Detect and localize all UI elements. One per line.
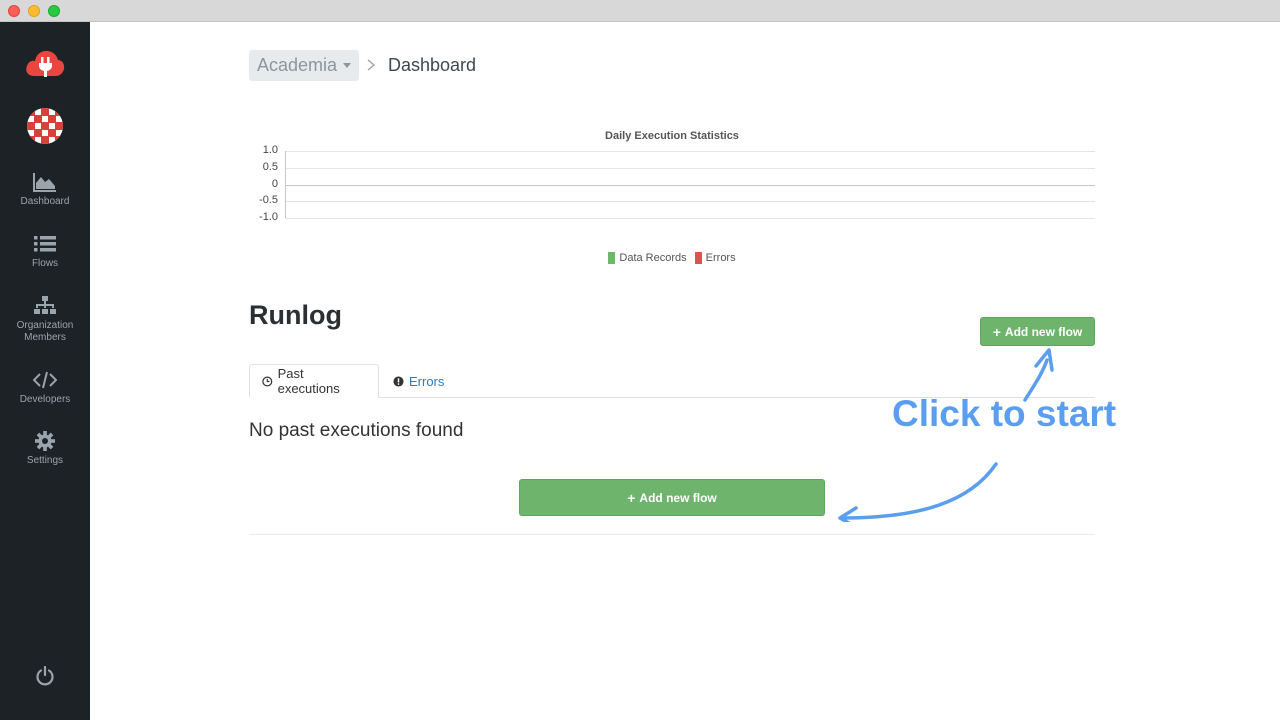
sidebar-item-organization-members[interactable]: Organization Members bbox=[0, 296, 90, 344]
y-tick-label: -1.0 bbox=[259, 211, 278, 223]
chart-gridline bbox=[285, 184, 1095, 186]
exclamation-circle-icon bbox=[393, 375, 404, 387]
chart-gridline bbox=[285, 201, 1095, 203]
chevron-right-icon bbox=[367, 59, 376, 71]
breadcrumb-org-dropdown[interactable]: Academia bbox=[249, 50, 360, 81]
sitemap-icon bbox=[34, 296, 56, 314]
tab-past-executions[interactable]: Past executions bbox=[249, 364, 379, 398]
list-icon bbox=[34, 236, 56, 252]
window-minimize-button[interactable] bbox=[28, 5, 40, 17]
caret-down-icon bbox=[343, 63, 352, 68]
main-content: Academia Dashboard Daily Execution Stati… bbox=[90, 22, 1280, 720]
code-icon bbox=[33, 371, 57, 389]
sidebar-item-label: Flows bbox=[31, 258, 59, 269]
chart-legend: Data Records Errors bbox=[240, 252, 1104, 264]
sidebar-item-dashboard[interactable]: Dashboard bbox=[0, 172, 90, 208]
annotation-text: Click to start bbox=[892, 393, 1117, 434]
legend-swatch bbox=[608, 252, 616, 264]
sidebar-item-label: Dashboard bbox=[20, 196, 70, 207]
sidebar-item-developers[interactable]: Developers bbox=[0, 370, 90, 406]
tab-label: Errors bbox=[409, 373, 445, 389]
y-tick-label: 0 bbox=[271, 177, 278, 190]
breadcrumb-org-label: Academia bbox=[257, 55, 338, 75]
gear-icon bbox=[35, 431, 55, 451]
area-chart-icon bbox=[33, 173, 56, 192]
chart-title: Daily Execution Statistics bbox=[605, 130, 739, 142]
power-icon[interactable] bbox=[35, 665, 55, 686]
sidebar-item-label: Settings bbox=[26, 455, 64, 466]
breadcrumb-current: Dashboard bbox=[388, 55, 477, 75]
chart-gridline bbox=[285, 167, 1095, 169]
plus-icon: + bbox=[627, 489, 636, 506]
tab-label: Past executions bbox=[277, 366, 340, 396]
sidebar-item-label: Organization Members bbox=[16, 320, 74, 343]
chart-gridline bbox=[285, 218, 1095, 219]
section-divider bbox=[249, 534, 1095, 535]
window-titlebar bbox=[0, 0, 1280, 22]
window-maximize-button[interactable] bbox=[48, 5, 60, 17]
daily-execution-chart: Daily Execution Statistics 1.0 0.5 0 -0.5 -1… bbox=[240, 126, 1100, 276]
legend-swatch bbox=[694, 252, 702, 264]
legend-item-errors[interactable]: Errors bbox=[694, 252, 736, 264]
tab-errors[interactable]: Errors bbox=[381, 364, 456, 398]
empty-state-message: No past executions found bbox=[249, 420, 464, 441]
chart-gridline bbox=[285, 151, 1095, 152]
legend-label: Errors bbox=[705, 252, 736, 264]
org-avatar-icon[interactable] bbox=[27, 108, 63, 144]
window-close-button[interactable] bbox=[8, 5, 20, 17]
cloud-plug-icon[interactable] bbox=[24, 46, 66, 80]
sidebar: Dashboard Flows Organization Members Dev… bbox=[0, 22, 90, 720]
y-tick-label: 0.5 bbox=[262, 160, 278, 173]
clock-icon bbox=[262, 375, 273, 387]
y-tick-label: 1.0 bbox=[262, 144, 278, 156]
sidebar-item-label: Developers bbox=[19, 394, 71, 405]
y-tick-label: -0.5 bbox=[259, 194, 278, 207]
sidebar-item-flows[interactable]: Flows bbox=[0, 234, 90, 270]
chart-y-axis bbox=[285, 151, 286, 218]
add-new-flow-label: Add new flow bbox=[639, 490, 717, 505]
sidebar-item-settings[interactable]: Settings bbox=[0, 431, 90, 467]
legend-item-data-records[interactable]: Data Records bbox=[608, 252, 687, 264]
runlog-title: Runlog bbox=[249, 300, 342, 330]
legend-label: Data Records bbox=[619, 252, 687, 264]
add-new-flow-big-button[interactable]: + Add new flow bbox=[519, 479, 825, 516]
